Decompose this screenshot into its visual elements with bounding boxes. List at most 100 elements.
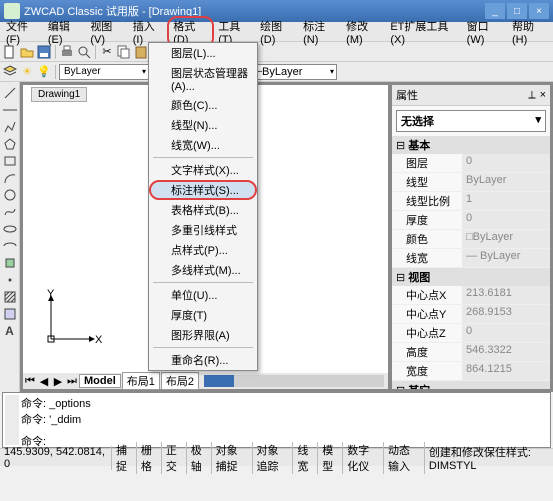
menu-item[interactable]: 颜色(C)... xyxy=(149,95,257,115)
tab-prev-icon[interactable]: ◀ xyxy=(37,375,51,388)
prop-row[interactable]: 厚度0 xyxy=(392,211,550,230)
polygon-icon[interactable] xyxy=(3,137,17,151)
prop-group[interactable]: 视图 xyxy=(392,268,550,286)
tab-layout2[interactable]: 布局2 xyxy=(161,372,199,390)
prop-row[interactable]: 线宽— ByLayer xyxy=(392,249,550,268)
menu-item[interactable]: 重命名(R)... xyxy=(149,350,257,370)
ellipse-arc-icon[interactable] xyxy=(3,239,17,253)
menu-item[interactable]: 线宽(W)... xyxy=(149,135,257,155)
model-tabs: ⏮ ◀ ▶ ⏭ Model 布局1 布局2 xyxy=(23,373,388,389)
menu-item[interactable]: 单位(U)... xyxy=(149,285,257,305)
arc-icon[interactable] xyxy=(3,171,17,185)
prop-row[interactable]: 线型比例1 xyxy=(392,192,550,211)
status-toggle[interactable]: 对象追踪 xyxy=(253,442,294,474)
paste-icon[interactable] xyxy=(133,44,149,60)
menu-11[interactable]: 帮助(H) xyxy=(508,16,551,48)
block-icon[interactable] xyxy=(3,256,17,270)
line-icon[interactable] xyxy=(3,86,17,100)
menu-9[interactable]: ET扩展工具(X) xyxy=(386,16,462,48)
menu-7[interactable]: 标注(N) xyxy=(299,16,342,48)
command-line[interactable]: 命令: _options 命令: '_ddim 命令: xyxy=(2,392,551,448)
status-toggle[interactable]: 正交 xyxy=(162,442,187,474)
menu-item[interactable]: 多重引线样式 xyxy=(149,220,257,240)
draw-toolbar: A xyxy=(0,82,20,392)
preview-icon[interactable] xyxy=(76,44,92,60)
laystate-icon xyxy=(151,72,167,86)
menu-6[interactable]: 绘图(D) xyxy=(256,16,299,48)
status-toggle[interactable]: 模型 xyxy=(318,442,343,474)
ltype-dropdown[interactable]: — ByLayer xyxy=(247,64,337,80)
prop-row[interactable]: 中心点Z0 xyxy=(392,324,550,343)
tab-first-icon[interactable]: ⏮ xyxy=(23,375,37,388)
prop-row[interactable]: 中心点Y268.9153 xyxy=(392,305,550,324)
spline-icon[interactable] xyxy=(3,205,17,219)
tab-last-icon[interactable]: ⏭ xyxy=(65,375,79,388)
layer-tool-icon[interactable] xyxy=(2,64,18,80)
new-icon[interactable] xyxy=(2,44,18,60)
cmd-history: 命令: '_ddim xyxy=(21,411,548,427)
copy-icon[interactable] xyxy=(116,44,132,60)
dim-icon xyxy=(153,183,169,197)
prop-group[interactable]: 其它 xyxy=(392,381,550,389)
ucs-icon: YX xyxy=(43,289,103,349)
prop-row[interactable]: 高度546.3322 xyxy=(392,343,550,362)
rect-icon[interactable] xyxy=(3,154,17,168)
menu-item[interactable]: 图层(L)... xyxy=(149,43,257,63)
svg-text:X: X xyxy=(95,334,103,346)
layer-dropdown[interactable]: ByLayer xyxy=(59,64,149,80)
hscroll[interactable] xyxy=(204,375,384,387)
mleader-icon xyxy=(151,223,167,237)
prop-row[interactable]: 颜色□ByLayer xyxy=(392,230,550,249)
menu-item[interactable]: 图形界限(A) xyxy=(149,325,257,345)
props-selection[interactable]: 无选择 xyxy=(396,110,546,132)
panel-close-icon[interactable]: × xyxy=(540,89,546,101)
prop-row[interactable]: 图层0 xyxy=(392,154,550,173)
ellipse-icon[interactable] xyxy=(3,222,17,236)
circle-icon[interactable] xyxy=(3,188,17,202)
open-icon[interactable] xyxy=(19,44,35,60)
menu-item[interactable]: 文字样式(X)... xyxy=(149,160,257,180)
sun-icon[interactable]: ☀ xyxy=(19,64,35,80)
pin-icon[interactable]: ⟂ xyxy=(528,89,535,102)
tab-model[interactable]: Model xyxy=(79,374,121,388)
status-toggle[interactable]: 动态输入 xyxy=(384,442,425,474)
hatch-icon[interactable] xyxy=(3,290,17,304)
status-toggle[interactable]: 数字化仪 xyxy=(343,442,384,474)
menu-item[interactable]: 标注样式(S)... xyxy=(149,180,257,200)
coordinates: 145.9309, 542.0814, 0 xyxy=(0,446,112,470)
pline-icon[interactable] xyxy=(3,120,17,134)
menu-10[interactable]: 窗口(W) xyxy=(463,16,508,48)
print-icon[interactable] xyxy=(59,44,75,60)
props-title: 属性 xyxy=(396,87,528,103)
menu-item[interactable]: 厚度(T) xyxy=(149,305,257,325)
menu-item[interactable]: 表格样式(B)... xyxy=(149,200,257,220)
text-icon[interactable]: A xyxy=(3,324,17,338)
document-tab[interactable]: Drawing1 xyxy=(31,87,87,102)
cmd-history: 命令: _options xyxy=(21,395,548,411)
point-icon[interactable] xyxy=(3,273,17,287)
menu-8[interactable]: 修改(M) xyxy=(342,16,386,48)
bulb-icon[interactable]: 💡 xyxy=(36,64,52,80)
tab-next-icon[interactable]: ▶ xyxy=(51,375,65,388)
properties-panel: 属性 ⟂ × 无选择 基本图层0线型ByLayer线型比例1厚度0颜色□ByLa… xyxy=(391,84,551,390)
prop-row[interactable]: 线型ByLayer xyxy=(392,173,550,192)
menu-item[interactable]: 图层状态管理器(A)... xyxy=(149,63,257,95)
cut-icon[interactable]: ✂ xyxy=(99,44,115,60)
prop-row[interactable]: 中心点X213.6181 xyxy=(392,286,550,305)
toolbar-layers: ☀ 💡 ByLayer ByLayer — ByLayer xyxy=(0,62,553,82)
svg-text:Y: Y xyxy=(47,289,55,300)
xline-icon[interactable] xyxy=(3,103,17,117)
status-toggle[interactable]: 极轴 xyxy=(187,442,212,474)
menu-item[interactable]: 线型(N)... xyxy=(149,115,257,135)
save-icon[interactable] xyxy=(36,44,52,60)
status-toggle[interactable]: 栅格 xyxy=(137,442,162,474)
prop-group[interactable]: 基本 xyxy=(392,136,550,154)
menu-item[interactable]: 多线样式(M)... xyxy=(149,260,257,280)
region-icon[interactable] xyxy=(3,307,17,321)
prop-row[interactable]: 宽度864.1215 xyxy=(392,362,550,381)
status-toggle[interactable]: 线宽 xyxy=(293,442,318,474)
status-toggle[interactable]: 捕捉 xyxy=(112,442,137,474)
tab-layout1[interactable]: 布局1 xyxy=(122,372,160,390)
menu-item[interactable]: 点样式(P)... xyxy=(149,240,257,260)
status-toggle[interactable]: 对象捕捉 xyxy=(212,442,253,474)
